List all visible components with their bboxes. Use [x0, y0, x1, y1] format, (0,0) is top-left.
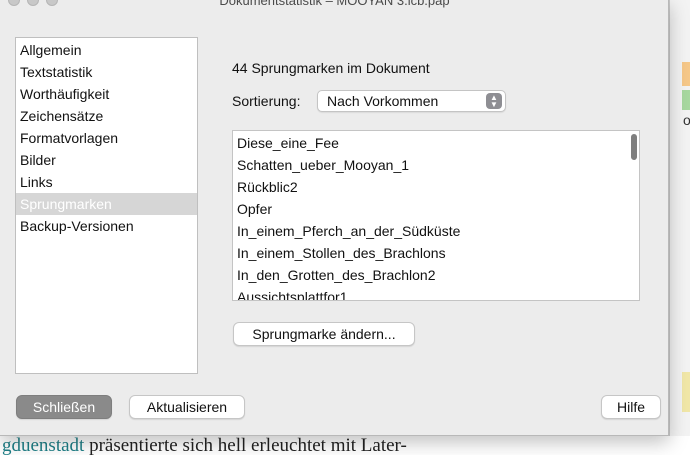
sidebar-item-backup-versionen[interactable]: Backup-Versionen [16, 215, 197, 237]
background-color-strip [682, 372, 690, 412]
sidebar-item-worthaeufigkeit[interactable]: Worthäufigkeit [16, 83, 197, 105]
statistics-dialog: Dokumentstatistik – MOOYAN 3.icb.pap All… [0, 0, 669, 436]
background-window-edge: os [669, 0, 690, 436]
list-item[interactable]: Aussichtsplattfor1 [233, 286, 639, 300]
list-item[interactable]: Schatten_ueber_Mooyan_1 [233, 154, 639, 176]
list-item[interactable]: Opfer [233, 198, 639, 220]
bookmark-list[interactable]: Diese_eine_Fee Schatten_ueber_Mooyan_1 R… [232, 130, 640, 301]
sort-label: Sortierung: [232, 93, 301, 109]
background-color-strip [682, 90, 690, 110]
list-item[interactable]: In_den_Grotten_des_Brachlon2 [233, 264, 639, 286]
window-title: Dokumentstatistik – MOOYAN 3.icb.pap [219, 0, 450, 8]
sidebar-item-allgemein[interactable]: Allgemein [16, 39, 197, 61]
close-button[interactable]: Schließen [16, 395, 112, 419]
sidebar-item-bilder[interactable]: Bilder [16, 149, 197, 171]
sidebar-item-formatvorlagen[interactable]: Formatvorlagen [16, 127, 197, 149]
change-bookmark-button[interactable]: Sprungmarke ändern... [233, 322, 415, 346]
title-bar: Dokumentstatistik – MOOYAN 3.icb.pap [0, 0, 669, 12]
bookmark-count-label: 44 Sprungmarken im Dokument [232, 60, 430, 76]
sidebar-item-textstatistik[interactable]: Textstatistik [16, 61, 197, 83]
category-list[interactable]: Allgemein Textstatistik Worthäufigkeit Z… [15, 37, 198, 374]
list-scrollbar[interactable] [631, 134, 637, 160]
list-item[interactable]: Diese_eine_Fee [233, 132, 639, 154]
sort-select-value: Nach Vorkommen [327, 93, 439, 109]
chevron-up-down-icon: ▲ ▼ [486, 93, 502, 109]
background-document-text: gduenstadt präsentierte sich hell erleuc… [0, 436, 690, 455]
help-button[interactable]: Hilfe [601, 395, 661, 419]
background-side-text: os [683, 112, 690, 128]
background-color-strip [682, 62, 690, 86]
sidebar-item-sprungmarken[interactable]: Sprungmarken [16, 193, 197, 215]
refresh-button[interactable]: Aktualisieren [129, 395, 245, 419]
list-item[interactable]: Rückblic2 [233, 176, 639, 198]
sort-select[interactable]: Nach Vorkommen ▲ ▼ [317, 90, 506, 112]
list-item[interactable]: In_einem_Pferch_an_der_Südküste [233, 220, 639, 242]
background-document-link[interactable]: gduenstadt [2, 436, 84, 455]
sidebar-item-zeichensaetze[interactable]: Zeichensätze [16, 105, 197, 127]
background-document-line: präsentierte sich hell erleuchtet mit La… [84, 436, 407, 455]
list-item[interactable]: In_einem_Stollen_des_Brachlons [233, 242, 639, 264]
sidebar-item-links[interactable]: Links [16, 171, 197, 193]
